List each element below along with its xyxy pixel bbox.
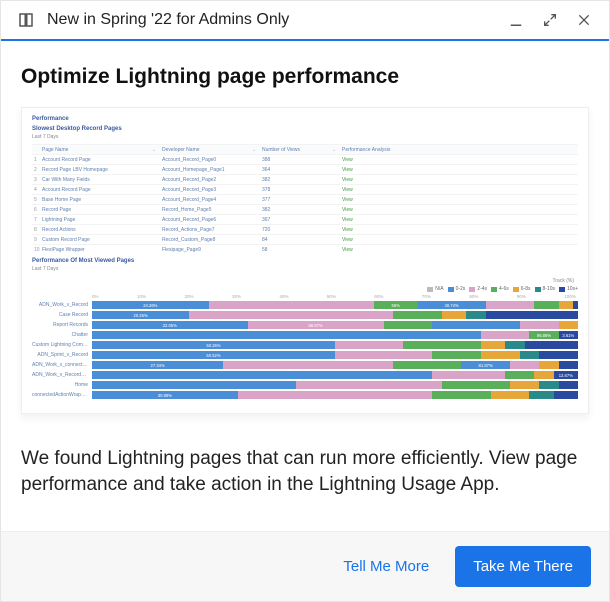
chart-bar-row: Report Records32.05%58.97%	[32, 321, 578, 329]
panel-title: New in Spring '22 for Admins Only	[47, 11, 495, 29]
take-me-there-button[interactable]: Take Me There	[455, 546, 591, 587]
book-icon	[17, 11, 35, 29]
guidance-panel: New in Spring '22 for Admins Only Optimi…	[0, 0, 610, 602]
table-row: 9Custom Record PageRecord_Custom_Page884…	[32, 234, 578, 244]
dash-table-header: Page Name⌄ Developer Name⌄ Number of Vie…	[32, 144, 578, 154]
panel-body: Optimize Lightning page performance Perf…	[1, 41, 609, 531]
dash-section1-title: Slowest Desktop Record Pages	[32, 126, 578, 132]
chart-bar-row: ADN_Work_v_RecordList13.87%	[32, 371, 578, 379]
minimize-icon[interactable]	[507, 11, 525, 29]
dash-title: Performance	[32, 116, 578, 122]
panel-footer: Tell Me More Take Me There	[1, 531, 609, 601]
table-row: 1Account Record PageAccount_Record_Page0…	[32, 154, 578, 164]
dash-subtitle1: Last 7 Days	[32, 134, 578, 140]
table-row: 7Lightning PageAccount_Record_Page6367Vi…	[32, 214, 578, 224]
dash-section2-title: Performance Of Most Viewed Pages	[32, 258, 578, 264]
chart-axis-label: Track (%)	[32, 278, 578, 284]
chart-bar-row: ADN_Work_v_connectedActionWrapper27.34%8…	[32, 361, 578, 369]
table-row: 5Base Home PageAccount_Record_Page4377Vi…	[32, 194, 578, 204]
table-row: 6Record PageRecord_Home_Page5382View	[32, 204, 578, 214]
close-icon[interactable]	[575, 11, 593, 29]
dash-subtitle2: Last 7 Days	[32, 266, 578, 272]
chart-bar-row: ADN_Work_v_Record24.26%56%40.74%	[32, 301, 578, 309]
chart-ticks: 0%10%20%30%40%50%60%70%80%90%100%	[32, 294, 578, 301]
expand-icon[interactable]	[541, 11, 559, 29]
table-row: 3Car With Many FieldsAccount_Record_Page…	[32, 174, 578, 184]
table-row: 4Account Record PageAccount_Record_Page3…	[32, 184, 578, 194]
table-row: 2Record Page LBV HomepageAccount_Homepag…	[32, 164, 578, 174]
table-row: 8Record ActionsRecord_Actions_Page7720Vi…	[32, 224, 578, 234]
chart-legend: N/A0-2s2-4s4-6s6-8s8-10s10s+	[32, 286, 578, 292]
tell-me-more-button[interactable]: Tell Me More	[331, 548, 441, 585]
chart-bar-row: Chatter96.88%3.61%	[32, 331, 578, 339]
chart-bar-row: Home	[32, 381, 578, 389]
chart-bar-row: connectedActionWrapper30.88%	[32, 391, 578, 399]
chart-bar-row: ADN_Sprint_v_Record50.52%	[32, 351, 578, 359]
table-row: 10FlexiPage WrapperFlexipage_Page958View	[32, 244, 578, 254]
content-heading: Optimize Lightning page performance	[21, 65, 589, 89]
stacked-bar-chart: Track (%) N/A0-2s2-4s4-6s6-8s8-10s10s+ 0…	[32, 278, 578, 399]
chart-bar-row: Custom Lightning Component50.26%	[32, 341, 578, 349]
performance-dashboard-image: Performance Slowest Desktop Record Pages…	[21, 107, 589, 414]
content-description: We found Lightning pages that can run mo…	[21, 446, 589, 497]
panel-header: New in Spring '22 for Admins Only	[1, 1, 609, 41]
chart-bar-row: Case Record20.25%	[32, 311, 578, 319]
